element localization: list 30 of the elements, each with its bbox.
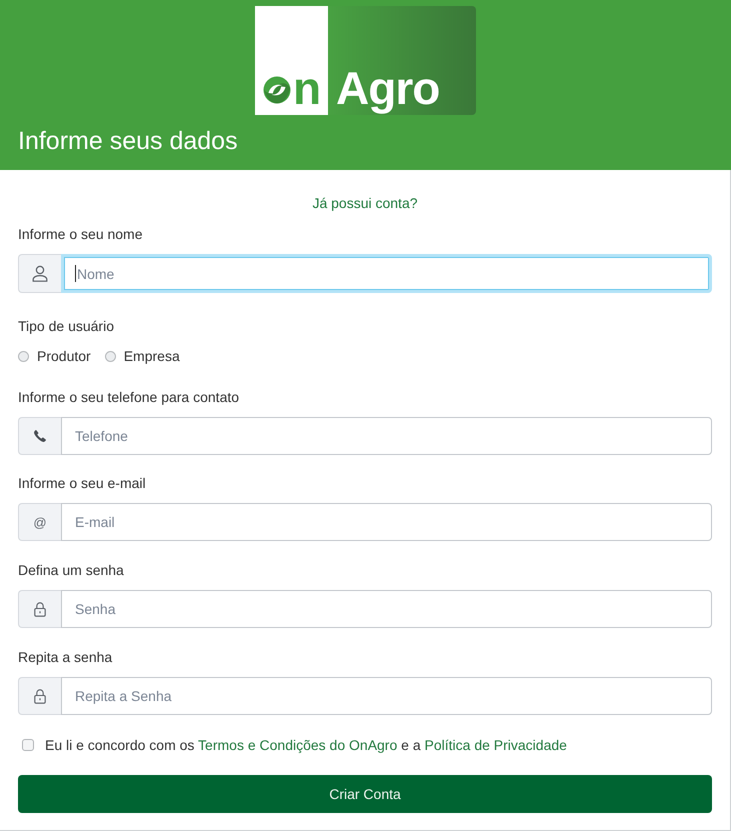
name-input[interactable]: Nome	[61, 254, 712, 293]
swirl-circle-icon	[262, 76, 291, 104]
login-link[interactable]: Já possui conta?	[312, 193, 418, 213]
padlock-icon	[34, 602, 46, 616]
padlock-icon	[34, 688, 46, 704]
text-link[interactable]: Termos e Condições do OnAgro	[198, 737, 398, 753]
text-cursor	[75, 265, 76, 282]
radio-button[interactable]	[18, 350, 29, 362]
input-addon-text: @	[33, 516, 47, 528]
user-icon	[32, 265, 48, 282]
phone-icon	[34, 430, 46, 442]
email-input[interactable]: E-mail	[61, 503, 712, 541]
phone-input[interactable]: Telefone	[61, 417, 712, 455]
radio-label: Empresa	[124, 347, 180, 366]
field-label: Repita a senha	[18, 648, 112, 667]
radio-button[interactable]	[104, 350, 116, 362]
field-label: Tipo de usuário	[18, 317, 114, 336]
checkbox[interactable]	[22, 739, 34, 751]
password-input[interactable]: Senha	[61, 590, 712, 628]
create-account-button[interactable]: Criar Conta	[18, 775, 712, 813]
password-input[interactable]: Repita a Senha	[61, 677, 712, 715]
field-label: Defina um senha	[18, 561, 124, 580]
radio-label: Produtor	[37, 347, 91, 366]
terms-agreement-text: Eu li e concordo com os Termos e Condições do OnAgro e a Política de Privacidade	[45, 736, 567, 755]
text-link[interactable]: Política de Privacidade	[424, 737, 567, 753]
logo-text: n	[292, 65, 320, 111]
field-label: Informe o seu telefone para contato	[18, 388, 240, 407]
field-label: Informe o seu nome	[18, 225, 143, 244]
page-title: Informe seus dados	[18, 126, 238, 156]
field-label: Informe o seu e-mail	[18, 474, 146, 493]
